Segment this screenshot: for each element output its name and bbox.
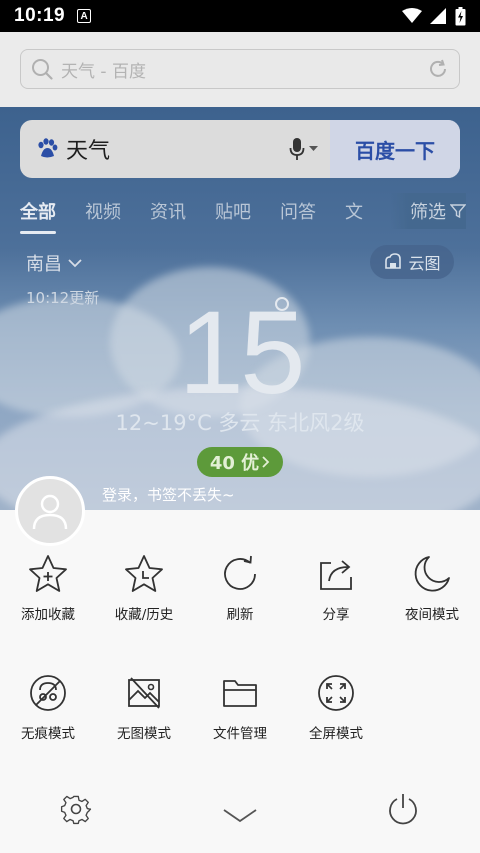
share-icon: [320, 560, 352, 590]
chevron-down-icon: [68, 258, 82, 267]
temperature: 15: [178, 287, 305, 419]
caret-down-icon: [309, 146, 318, 151]
refresh-icon: [224, 555, 256, 590]
reload-icon[interactable]: [427, 58, 449, 80]
menu-label: 刷新: [226, 607, 254, 623]
status-bar: 10:19 A: [0, 0, 480, 32]
status-icons: [402, 6, 466, 26]
search-icon: [32, 59, 53, 80]
menu-label: 全屏模式: [309, 726, 363, 742]
menu-label: 收藏/历史: [114, 607, 174, 623]
moon-icon: [414, 556, 450, 592]
status-time: 10:19: [14, 5, 66, 26]
tab-video[interactable]: 视频: [85, 198, 121, 224]
settings-button[interactable]: [58, 791, 94, 827]
menu-file-manager[interactable]: 文件管理: [192, 672, 288, 742]
degree-symbol: [275, 297, 289, 311]
weather-card: 天气 百度一下 全部 视频 资讯 贴吧 问答 文 筛选 南昌 云图 10:12更…: [0, 107, 480, 510]
voice-search[interactable]: [289, 137, 318, 161]
menu-label: 分享: [322, 607, 350, 623]
chevron-down-icon: [223, 809, 257, 823]
cloud-map-button[interactable]: 云图: [370, 245, 454, 279]
star-clock-icon: [125, 555, 163, 592]
filter-button[interactable]: 筛选: [390, 193, 466, 229]
battery-charging-icon: [455, 6, 466, 25]
power-icon: [389, 794, 417, 825]
menu-label: 无痕模式: [21, 726, 75, 742]
tab-wenku[interactable]: 文: [345, 198, 363, 224]
toolbar: 天气 - 百度: [0, 32, 480, 107]
gear-icon: [60, 795, 92, 825]
wifi-icon: [402, 8, 422, 23]
search-box[interactable]: 天气 百度一下: [20, 120, 460, 178]
menu-share[interactable]: 分享: [288, 553, 384, 623]
login-prompt[interactable]: 登录，书签不丢失~: [102, 484, 235, 505]
menu-night-mode[interactable]: 夜间模式: [384, 553, 480, 623]
notification-icon: A: [77, 9, 92, 23]
city-selector[interactable]: 南昌: [26, 250, 82, 276]
fullscreen-icon: [318, 675, 354, 711]
exit-button[interactable]: [385, 791, 421, 827]
menu-label: 夜间模式: [405, 607, 459, 623]
tab-qa[interactable]: 问答: [280, 198, 316, 224]
signal-icon: [430, 8, 446, 24]
browser-page: 天气 - 百度 天气 百度一下 全部 视频 资讯 贴吧 问答 文 筛选 南昌 云…: [0, 32, 480, 510]
microphone-icon: [289, 138, 305, 160]
search-tabs: 全部 视频 资讯 贴吧 问答 文 筛选: [0, 193, 480, 234]
cloud-map-icon: [385, 253, 402, 269]
weather-condition: 12~19°C 多云 东北风2级: [115, 411, 365, 435]
avatar[interactable]: [15, 476, 85, 546]
incognito-icon: [30, 675, 66, 711]
folder-icon: [223, 680, 257, 707]
menu-refresh[interactable]: 刷新: [192, 553, 288, 623]
tab-tieba[interactable]: 贴吧: [215, 198, 251, 224]
menu-label: 文件管理: [213, 726, 267, 742]
star-plus-icon: [29, 555, 67, 592]
collapse-menu-button[interactable]: [222, 806, 258, 826]
tab-all[interactable]: 全部: [20, 198, 56, 234]
menu-fullscreen[interactable]: 全屏模式: [288, 672, 384, 742]
menu-no-image[interactable]: 无图模式: [96, 672, 192, 742]
menu-bookmarks-history[interactable]: 收藏/历史: [96, 553, 192, 623]
cloud-map-label: 云图: [408, 254, 441, 273]
menu-label: 无图模式: [117, 726, 171, 742]
no-image-icon: [128, 677, 160, 709]
baidu-paw-icon: [38, 138, 58, 158]
funnel-icon: [450, 204, 466, 219]
url-text: 天气 - 百度: [61, 61, 146, 82]
user-icon: [32, 494, 68, 530]
filter-label: 筛选: [410, 202, 446, 223]
city-name: 南昌: [26, 254, 62, 275]
aqi-value: 40 优: [209, 453, 260, 474]
tab-news[interactable]: 资讯: [150, 198, 186, 224]
search-query: 天气: [66, 139, 111, 164]
menu-incognito[interactable]: 无痕模式: [0, 672, 96, 742]
chevron-right-icon: [262, 456, 270, 468]
address-bar[interactable]: 天气 - 百度: [20, 49, 460, 89]
aqi-badge[interactable]: 40 优: [197, 447, 283, 477]
menu-label: 添加收藏: [21, 607, 75, 623]
menu-add-bookmark[interactable]: 添加收藏: [0, 553, 96, 623]
search-button[interactable]: 百度一下: [330, 120, 460, 178]
